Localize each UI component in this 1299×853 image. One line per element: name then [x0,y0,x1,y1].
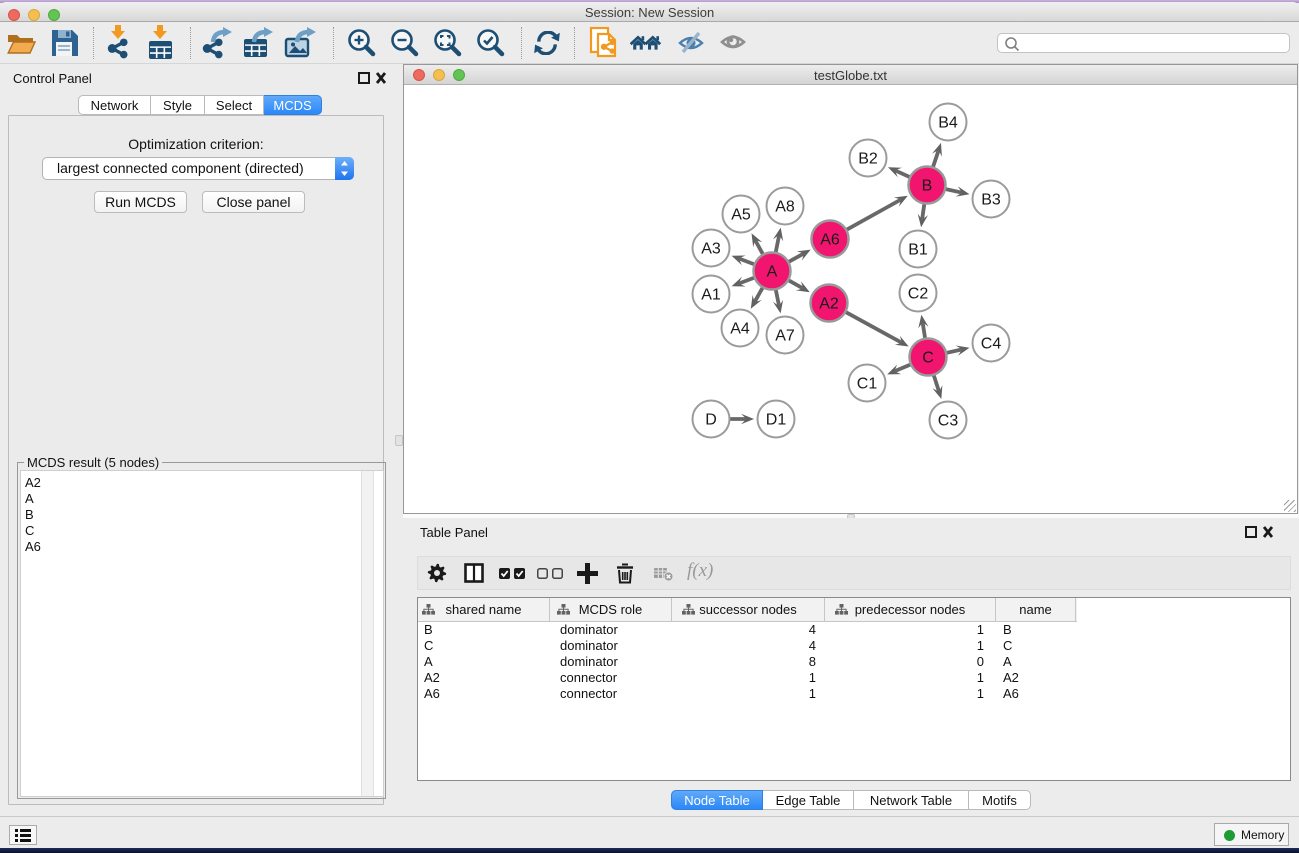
svg-text:A3: A3 [701,241,721,258]
svg-text:B4: B4 [938,115,958,132]
svg-text:B: B [922,178,933,195]
svg-text:C1: C1 [857,376,878,393]
svg-text:B2: B2 [858,151,878,168]
svg-text:C2: C2 [908,286,929,303]
svg-text:A5: A5 [731,207,751,224]
svg-text:B1: B1 [908,242,928,259]
svg-text:A1: A1 [701,287,721,304]
svg-text:A6: A6 [820,232,840,249]
svg-text:C3: C3 [938,413,959,430]
svg-text:A4: A4 [730,321,750,338]
svg-text:C4: C4 [981,336,1002,353]
svg-text:B3: B3 [981,192,1001,209]
svg-text:A7: A7 [775,328,795,345]
svg-text:D: D [705,412,717,429]
svg-text:A: A [767,264,778,281]
svg-text:C: C [922,350,934,367]
svg-text:A8: A8 [775,199,795,216]
svg-text:D1: D1 [766,412,787,429]
svg-text:A2: A2 [819,296,839,313]
